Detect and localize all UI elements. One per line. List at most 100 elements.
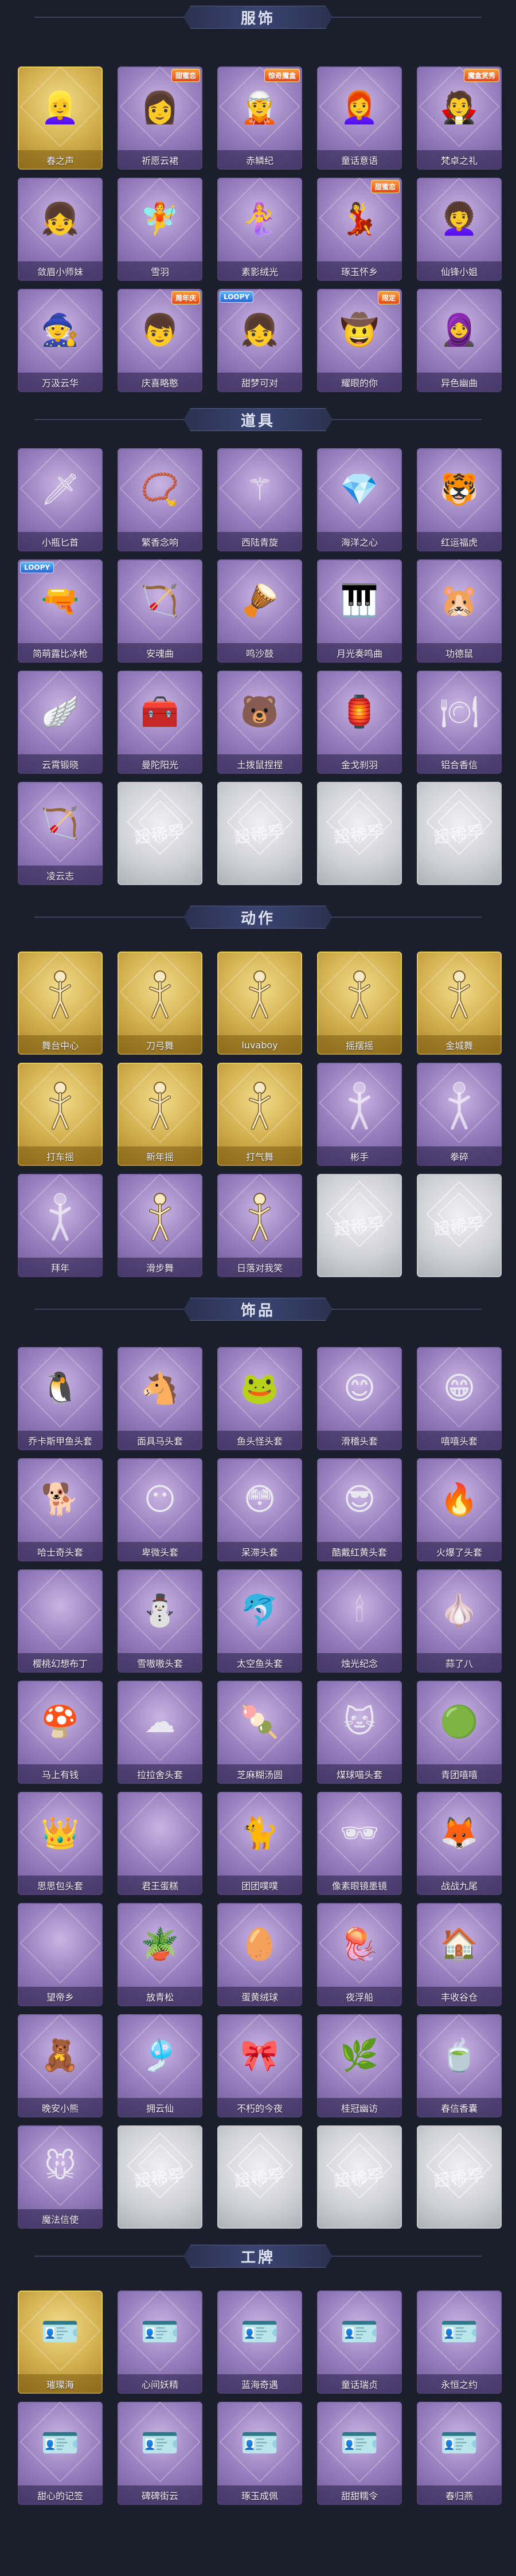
item-card[interactable]: 👱‍♀️ 春之声: [18, 66, 103, 170]
item-card[interactable]: 🥚 蛋黄绒球: [217, 1903, 302, 2006]
item-card[interactable]: 摇摆摇: [317, 952, 402, 1055]
item-card[interactable]: 打车摇: [18, 1063, 103, 1166]
item-card[interactable]: 🪪 童话瑞贞: [317, 2291, 402, 2394]
item-card[interactable]: 🏹 安魂曲: [118, 559, 202, 663]
item-card[interactable]: 👧 甜梦可对 LOOPY: [217, 289, 302, 392]
item-card[interactable]: 🪪 甜甜糯令: [317, 2402, 402, 2505]
item-card[interactable]: 超稀罕: [417, 2125, 502, 2229]
item-card[interactable]: 🪪 永恒之约: [417, 2291, 502, 2394]
item-card[interactable]: 🐸 鱼头怪头套: [217, 1347, 302, 1450]
item-card[interactable]: ☁ 拉拉舍头套: [118, 1681, 202, 1784]
item-card[interactable]: 超稀罕: [417, 1174, 502, 1277]
item-card[interactable]: 🎀 不朽的今夜: [217, 2014, 302, 2117]
item-card[interactable]: 拜年: [18, 1174, 103, 1277]
item-card[interactable]: 🔥 火爆了头套: [417, 1458, 502, 1561]
item-card[interactable]: 🦊 战战九尾: [417, 1792, 502, 1895]
item-card[interactable]: 🪪 琢玉成佩: [217, 2402, 302, 2505]
item-card[interactable]: 超稀罕: [317, 782, 402, 885]
item-card[interactable]: 🪽 云霄锻晓: [18, 671, 103, 774]
item-card[interactable]: 🏠 丰收谷仓: [417, 1903, 502, 2006]
item-card[interactable]: 打气舞: [217, 1063, 302, 1166]
item-card[interactable]: 🐯 红运福虎: [417, 448, 502, 551]
item-card[interactable]: 🗡 小瓶匕首: [18, 448, 103, 551]
item-card[interactable]: 🕯 烛光纪念: [317, 1569, 402, 1673]
item-card[interactable]: 🧜‍♀️ 素影绒光: [217, 178, 302, 281]
item-card[interactable]: 超稀罕: [217, 782, 302, 885]
item-card[interactable]: 金城舞: [417, 952, 502, 1055]
item-card[interactable]: 👩 祈愿云裙 甜蜜恋: [118, 66, 202, 170]
item-card[interactable]: 🧛 梵卓之礼 魔盒赏秀: [417, 66, 502, 170]
item-card[interactable]: 🪼 夜浮船: [317, 1903, 402, 2006]
item-card[interactable]: 🧚 雪羽: [118, 178, 202, 281]
item-card[interactable]: 拳碎: [417, 1063, 502, 1166]
item-card[interactable]: 😁 嘻嘻头套: [417, 1347, 502, 1450]
item-card[interactable]: 📿 繁香念响: [118, 448, 202, 551]
item-card[interactable]: 😎 酷戴红黄头套: [317, 1458, 402, 1561]
item-card[interactable]: 超稀罕: [417, 782, 502, 885]
item-card[interactable]: 🍄 马上有钱: [18, 1681, 103, 1784]
item-card[interactable]: 🪪 碑碑街云: [118, 2402, 202, 2505]
item-card[interactable]: 新年摇: [118, 1063, 202, 1166]
item-card[interactable]: 🔫 简萌露比冰枪 LOOPY: [18, 559, 103, 663]
item-card[interactable]: ⚚ 西陆青旋: [217, 448, 302, 551]
item-card[interactable]: 🐭 魔法信使: [18, 2125, 103, 2229]
item-card[interactable]: 刀弓舞: [118, 952, 202, 1055]
item-card[interactable]: 🪪 心间妖精: [118, 2291, 202, 2394]
item-card[interactable]: 👩‍🦱 仙锋小姐: [417, 178, 502, 281]
item-card[interactable]: 🧙 万汲云华: [18, 289, 103, 392]
item-card[interactable]: 🕶 像素眼镜墨镜: [317, 1792, 402, 1895]
item-card[interactable]: 😶 卑微头套: [118, 1458, 202, 1561]
item-card[interactable]: 舞台中心: [18, 952, 103, 1055]
item-card[interactable]: 樱桃幻想布丁: [18, 1569, 103, 1673]
item-card[interactable]: 🌿 桂冠幽访: [317, 2014, 402, 2117]
item-card[interactable]: 🤠 耀眼的你 限定: [317, 289, 402, 392]
item-card[interactable]: 🪪 璀璨海: [18, 2291, 103, 2394]
item-card[interactable]: 🪴 放青松: [118, 1903, 202, 2006]
item-card[interactable]: 🍽 铝合香信: [417, 671, 502, 774]
item-card[interactable]: 🐴 面具马头套: [118, 1347, 202, 1450]
item-card[interactable]: 🧄 蒜了八: [417, 1569, 502, 1673]
item-card[interactable]: 🐹 功德鼠: [417, 559, 502, 663]
item-card[interactable]: 君王蛋糕: [118, 1792, 202, 1895]
item-card[interactable]: 💎 海洋之心: [317, 448, 402, 551]
item-card[interactable]: luvaboy: [217, 952, 302, 1055]
item-card[interactable]: 👑 思思包头套: [18, 1792, 103, 1895]
item-card[interactable]: 🐻 土拨鼠捏捏: [217, 671, 302, 774]
item-card[interactable]: 超稀罕: [217, 2125, 302, 2229]
item-card[interactable]: 🪪 甜心的记签: [18, 2402, 103, 2505]
item-card[interactable]: 🪪 春归燕: [417, 2402, 502, 2505]
item-card[interactable]: 😊 滑稽头套: [317, 1347, 402, 1450]
item-card[interactable]: 🐕 哈士奇头套: [18, 1458, 103, 1561]
item-card[interactable]: 超稀罕: [317, 2125, 402, 2229]
item-card[interactable]: ⛄ 雪嗷嗷头套: [118, 1569, 202, 1673]
item-card[interactable]: 🪘 鸣沙鼓: [217, 559, 302, 663]
item-card[interactable]: 💃 琢玉怀乡 甜蜜恋: [317, 178, 402, 281]
item-card[interactable]: 😳 呆滞头套: [217, 1458, 302, 1561]
item-card[interactable]: 🧰 曼陀阳光: [118, 671, 202, 774]
item-card[interactable]: 🧕 异色幽曲: [417, 289, 502, 392]
item-card[interactable]: 🧝 赤鳞纪 惊奇魔盒: [217, 66, 302, 170]
item-card[interactable]: 🐱 煤球喵头套: [317, 1681, 402, 1784]
item-card[interactable]: 🪪 蓝海奇遇: [217, 2291, 302, 2394]
item-card[interactable]: 🐧 乔卡斯甲鱼头套: [18, 1347, 103, 1450]
item-card[interactable]: 超稀罕: [118, 782, 202, 885]
item-card[interactable]: 🏹 凌云志: [18, 782, 103, 885]
item-card[interactable]: 👦 庆喜略憨 周年庆: [118, 289, 202, 392]
item-card[interactable]: 🍡 芝麻糊汤圆: [217, 1681, 302, 1784]
item-card[interactable]: 🍵 春信香囊: [417, 2014, 502, 2117]
item-card[interactable]: 🧸 晚安小熊: [18, 2014, 103, 2117]
item-card[interactable]: 超稀罕: [317, 1174, 402, 1277]
item-card[interactable]: 滑步舞: [118, 1174, 202, 1277]
item-card[interactable]: 🐬 太空鱼头套: [217, 1569, 302, 1673]
item-card[interactable]: 日落对我笑: [217, 1174, 302, 1277]
item-card[interactable]: 彬手: [317, 1063, 402, 1166]
item-card[interactable]: 🐈 团团噗噗: [217, 1792, 302, 1895]
item-card[interactable]: 🏮 金戈刹羽: [317, 671, 402, 774]
item-card[interactable]: 望帝乡: [18, 1903, 103, 2006]
item-card[interactable]: 超稀罕: [118, 2125, 202, 2229]
item-card[interactable]: 👧 敛眉小师妹: [18, 178, 103, 281]
item-card[interactable]: 🎹 月光奏鸣曲: [317, 559, 402, 663]
item-card[interactable]: 🎐 拥云仙: [118, 2014, 202, 2117]
item-card[interactable]: 🟢 青团嘻嘻: [417, 1681, 502, 1784]
item-card[interactable]: 👩‍🦰 童话意语: [317, 66, 402, 170]
